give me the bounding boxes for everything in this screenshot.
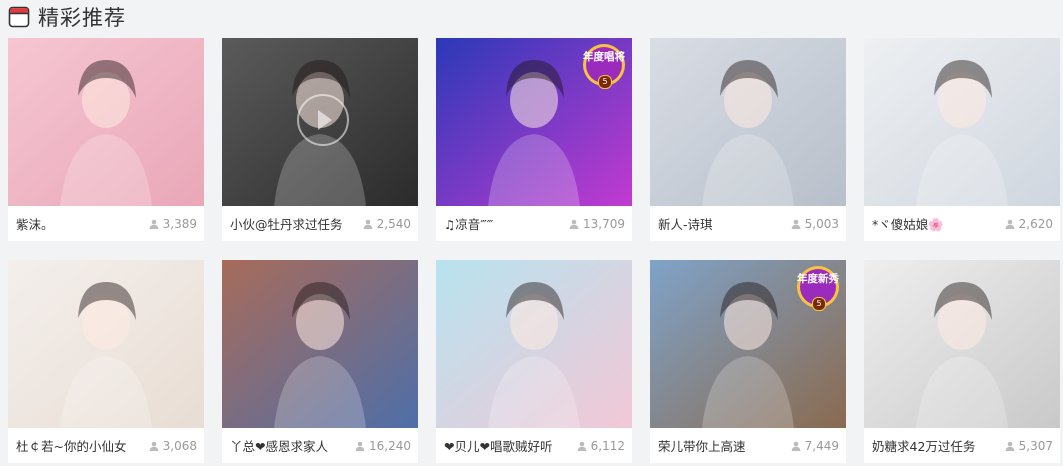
room-name[interactable]: 杜￠若~你的小仙女 [16, 436, 126, 455]
viewer-count-value: 5,307 [1018, 438, 1053, 453]
viewer-count: 3,068 [149, 439, 197, 453]
section-title: 精彩推荐 [38, 6, 126, 30]
viewer-count-value: 2,620 [1018, 216, 1053, 231]
room-name[interactable]: ♫凉音‴‴ [444, 214, 493, 233]
viewer-count: 2,620 [1005, 217, 1053, 231]
user-icon [363, 219, 373, 229]
room-card[interactable]: 杜￠若~你的小仙女 3,068 [8, 260, 204, 463]
room-card[interactable]: 丫总❤感恩求家人 16,240 [222, 260, 418, 463]
room-name[interactable]: *ヾ傻姑娘🌸 [872, 214, 944, 233]
viewer-count: 6,112 [577, 439, 625, 453]
room-name[interactable]: 奶糖求42万过任务 [872, 436, 975, 455]
room-card[interactable]: 小伙@牡丹求过任务 2,540 [222, 38, 418, 241]
room-card[interactable]: 年度唱将 5 ♫凉音‴‴ 13,709 [436, 38, 632, 241]
user-icon [149, 219, 159, 229]
user-icon [569, 219, 579, 229]
viewer-count: 5,003 [791, 217, 839, 231]
room-card[interactable]: 新人-诗琪 5,003 [650, 38, 846, 241]
tv-icon [8, 6, 30, 28]
room-info-bar: 小伙@牡丹求过任务 2,540 [222, 206, 418, 241]
room-card[interactable]: 紫沫。 3,389 [8, 38, 204, 241]
room-info-bar: 新人-诗琪 5,003 [650, 206, 846, 241]
room-card[interactable]: 年度新秀 5 荣儿带你上高速 7,449 [650, 260, 846, 463]
room-info-bar: *ヾ傻姑娘🌸 2,620 [864, 206, 1060, 241]
viewer-count-value: 6,112 [590, 438, 625, 453]
room-card[interactable]: ❤贝儿❤唱歌贼好听 6,112 [436, 260, 632, 463]
viewer-count: 2,540 [363, 217, 411, 231]
room-info-bar: ❤贝儿❤唱歌贼好听 6,112 [436, 428, 632, 463]
room-thumbnail[interactable] [8, 260, 204, 428]
room-thumbnail[interactable] [864, 38, 1060, 206]
badge-label: 年度唱将 [583, 51, 625, 63]
user-icon [1005, 219, 1015, 229]
viewer-count: 16,240 [355, 439, 411, 453]
user-icon [577, 441, 587, 451]
user-icon [1005, 441, 1015, 451]
viewer-count: 7,449 [791, 439, 839, 453]
viewer-count-value: 5,003 [804, 216, 839, 231]
badge-rank: 5 [598, 75, 612, 89]
viewer-count-value: 7,449 [804, 438, 839, 453]
viewer-count-value: 16,240 [369, 438, 411, 453]
room-info-bar: 杜￠若~你的小仙女 3,068 [8, 428, 204, 463]
section-header: 精彩推荐 [8, 3, 126, 31]
viewer-count: 3,389 [149, 217, 197, 231]
room-info-bar: 丫总❤感恩求家人 16,240 [222, 428, 418, 463]
room-name[interactable]: 荣儿带你上高速 [658, 436, 746, 455]
user-icon [355, 441, 365, 451]
viewer-count: 13,709 [569, 217, 625, 231]
room-name[interactable]: 紫沫。 [16, 214, 54, 233]
user-icon [791, 441, 801, 451]
badge-rank: 5 [812, 297, 826, 311]
user-icon [791, 219, 801, 229]
viewer-count-value: 13,709 [583, 216, 625, 231]
play-icon[interactable] [297, 94, 349, 146]
room-info-bar: 荣儿带你上高速 7,449 [650, 428, 846, 463]
badge-label: 年度新秀 [797, 273, 839, 285]
room-name[interactable]: 小伙@牡丹求过任务 [230, 214, 343, 233]
room-thumbnail[interactable] [222, 260, 418, 428]
viewer-count-value: 2,540 [376, 216, 411, 231]
room-info-bar: 奶糖求42万过任务 5,307 [864, 428, 1060, 463]
room-thumbnail[interactable] [864, 260, 1060, 428]
room-info-bar: ♫凉音‴‴ 13,709 [436, 206, 632, 241]
room-thumbnail[interactable] [436, 260, 632, 428]
user-icon [149, 441, 159, 451]
award-badge: 年度唱将 5 [581, 42, 627, 89]
room-name[interactable]: ❤贝儿❤唱歌贼好听 [444, 436, 552, 455]
room-thumbnail[interactable] [650, 38, 846, 206]
viewer-count-value: 3,068 [162, 438, 197, 453]
room-info-bar: 紫沫。 3,389 [8, 206, 204, 241]
viewer-count-value: 3,389 [162, 216, 197, 231]
room-name[interactable]: 新人-诗琪 [658, 214, 713, 233]
viewer-count: 5,307 [1005, 439, 1053, 453]
room-name[interactable]: 丫总❤感恩求家人 [230, 436, 328, 455]
award-badge: 年度新秀 5 [795, 264, 841, 311]
room-card[interactable]: *ヾ傻姑娘🌸 2,620 [864, 38, 1060, 241]
room-thumbnail[interactable] [8, 38, 204, 206]
room-card[interactable]: 奶糖求42万过任务 5,307 [864, 260, 1060, 463]
